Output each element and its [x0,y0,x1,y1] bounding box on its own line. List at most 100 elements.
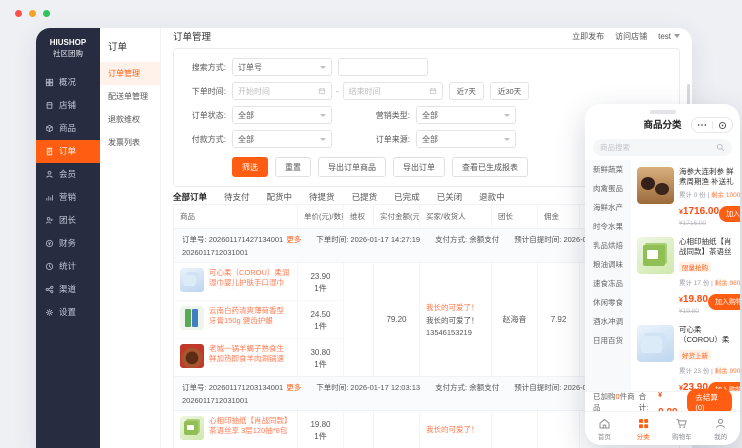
tab-label: 首页 [598,431,611,441]
finance-icon [45,239,54,248]
sidebar-label: 订单 [59,145,76,157]
category-item[interactable]: 时令水果 [585,217,631,236]
account-menu[interactable]: test [658,32,680,41]
table-row-product[interactable]: 心相印抽纸【肖战同款】茶语丝享 3层120抽*8包 M码 [174,411,298,448]
export-orders-button[interactable]: 导出订单 [393,157,445,177]
list-item-product[interactable]: 心相印抽纸【肖战同款】茶语丝享 3层120抽*8包 M码 限量抢购 累计 17 … [637,232,734,320]
sidebar-item-stats[interactable]: 统计 [36,255,100,278]
sidebar-label: 商品 [59,122,76,134]
table-row-product[interactable]: 可心柔（COROU）柔润湿巾婴儿护肤手口湿巾 80片*4包 [174,263,298,301]
tab-pending-pickup[interactable]: 待提货 [309,191,335,203]
category-page-body: 新鲜蔬菜 肉禽蛋品 海鲜水产 时令水果 乳品烘焙 粮油调味 速食冻品 休闲零食 … [585,160,740,391]
tab-pending-payment[interactable]: 待支付 [224,191,250,203]
search-icon [716,143,725,152]
category-item[interactable]: 海鲜水产 [585,198,631,217]
tab-label: 我的 [714,431,727,441]
category-item[interactable]: 酒水冲调 [585,312,631,331]
category-item[interactable]: 肉禽蛋品 [585,179,631,198]
search-keyword-input[interactable] [338,58,428,76]
add-to-cart-button[interactable]: 加入购物车 [719,206,740,222]
visit-shop-link[interactable]: 访问店铺 [615,31,647,42]
start-date-input[interactable]: 开始时间 [232,82,332,100]
tab-refunding[interactable]: 退款中 [479,191,505,203]
hotpot-image [180,344,204,368]
product-title[interactable]: 心相印抽纸【肖战同款】茶语丝享 3层120抽*8包 M码 [209,416,291,437]
cart-summary-bar: 已加购0件商品 合计: ¥ 0.00 去结算(0) [585,391,740,411]
export-order-goods-button[interactable]: 导出订单商品 [318,157,386,177]
sidebar-label: 统计 [59,260,76,272]
table-row-product[interactable]: 老城一锅羊蝎子熟食生鲜加热即食羊肉涮锅速食食材方便菜火... [174,339,298,376]
buyer-nickname[interactable]: 我长的可爱了！ [426,424,479,435]
tab-label: 购物车 [672,431,692,441]
tab-home[interactable]: 首页 [585,412,624,445]
order-source-select[interactable]: 全部 [416,130,516,148]
maximize-window-icon[interactable] [43,10,50,17]
price-qty-cell: 24.50 1件 [298,301,344,339]
sidebar-item-members[interactable]: 会员 [36,163,100,186]
commission-cell [538,411,580,448]
reset-button[interactable]: 重置 [275,157,311,177]
tab-picked-up[interactable]: 已提货 [352,191,378,203]
sidebar-item-goods[interactable]: 商品 [36,117,100,140]
category-item[interactable]: 速食冻品 [585,274,631,293]
submenu-item-invoices[interactable]: 发票列表 [100,131,160,154]
buyer-nickname[interactable]: 我长的可爱了！ [426,302,479,313]
list-item-product[interactable]: 海参大连刺参 鲜煮周期渔 补送礼套餐7A参 4斤 32-... 累计 0 份 |… [637,162,734,232]
sidebar-item-channel[interactable]: 渠道 [36,278,100,301]
table-row-product[interactable]: 云南白药清爽薄荷香型牙膏150g 健齿护龈 [174,301,298,339]
submenu-item-delivery-management[interactable]: 配送单管理 [100,85,160,108]
close-miniprogram-button[interactable] [713,121,733,130]
chevron-down-icon [504,114,510,117]
logo-line1: HIUSHOP [40,38,96,49]
tab-completed[interactable]: 已完成 [394,191,420,203]
add-to-cart-button[interactable]: 加入购物车 [708,294,740,310]
pay-method-select[interactable]: 全部 [232,130,332,148]
receiver-name: 我长的可爱了！ [426,315,479,326]
filter-button[interactable]: 筛选 [232,157,268,177]
close-window-icon[interactable] [15,10,22,17]
product-title[interactable]: 老城一锅羊蝎子熟食生鲜加热即食羊肉涮锅速食食材方便菜火... [209,344,291,365]
more-link[interactable]: 更多 [286,235,301,244]
sidebar-item-shop[interactable]: 店铺 [36,94,100,117]
end-date-input[interactable]: 结束时间 [343,82,443,100]
price-value: 19.80 [683,294,708,305]
submenu-item-refunds[interactable]: 退款维权 [100,108,160,131]
product-title[interactable]: 云南白药清爽薄荷香型牙膏150g 健齿护龈 [209,306,291,326]
sidebar-label: 财务 [59,237,76,249]
category-item[interactable]: 休闲零食 [585,293,631,312]
category-item[interactable]: 粮油调味 [585,255,631,274]
sidebar-item-orders[interactable]: 订单 [36,140,100,163]
order-status-select[interactable]: 全部 [232,106,332,124]
category-item[interactable]: 新鲜蔬菜 [585,160,631,179]
tab-category[interactable]: 分类 [624,412,663,445]
category-item[interactable]: 日用百货 [585,331,631,350]
account-name: test [658,32,671,41]
tab-closed[interactable]: 已关闭 [437,191,463,203]
sidebar-item-settings[interactable]: 设置 [36,301,100,324]
calendar-icon [429,87,437,95]
product-title[interactable]: 可心柔（COROU）柔润湿巾婴儿护肤手口湿巾 80片*4包 [209,268,291,289]
quantity: 1件 [304,431,337,443]
sidebar-item-marketing[interactable]: 营销 [36,186,100,209]
publish-link[interactable]: 立即发布 [572,31,604,42]
list-item-product[interactable]: 可心柔（COROU）柔润湿巾婴儿护肤手口湿巾 80... 好货上新 累计 23 … [637,320,734,391]
last-30-days-button[interactable]: 近30天 [490,82,529,100]
minimize-window-icon[interactable] [29,10,36,17]
category-item[interactable]: 乳品烘焙 [585,236,631,255]
sidebar-item-leader[interactable]: 团长 [36,209,100,232]
sidebar-item-finance[interactable]: 财务 [36,232,100,255]
tab-cart[interactable]: 购物车 [663,412,702,445]
search-method-select[interactable]: 订单号 [232,58,332,76]
product-search-input[interactable]: 商品搜索 [593,139,732,156]
last-7-days-button[interactable]: 近7天 [449,82,484,100]
overview-icon [45,78,54,87]
marketing-type-select[interactable]: 全部 [416,106,516,124]
tab-all-orders[interactable]: 全部订单 [173,191,207,203]
more-menu-button[interactable] [692,123,712,127]
view-reports-button[interactable]: 查看已生成报表 [452,157,528,177]
tab-preparing[interactable]: 配货中 [267,191,293,203]
tab-profile[interactable]: 我的 [701,412,740,445]
more-link[interactable]: 更多 [286,383,301,392]
sidebar-item-overview[interactable]: 概况 [36,71,100,94]
submenu-item-order-management[interactable]: 订单管理 [100,62,160,85]
